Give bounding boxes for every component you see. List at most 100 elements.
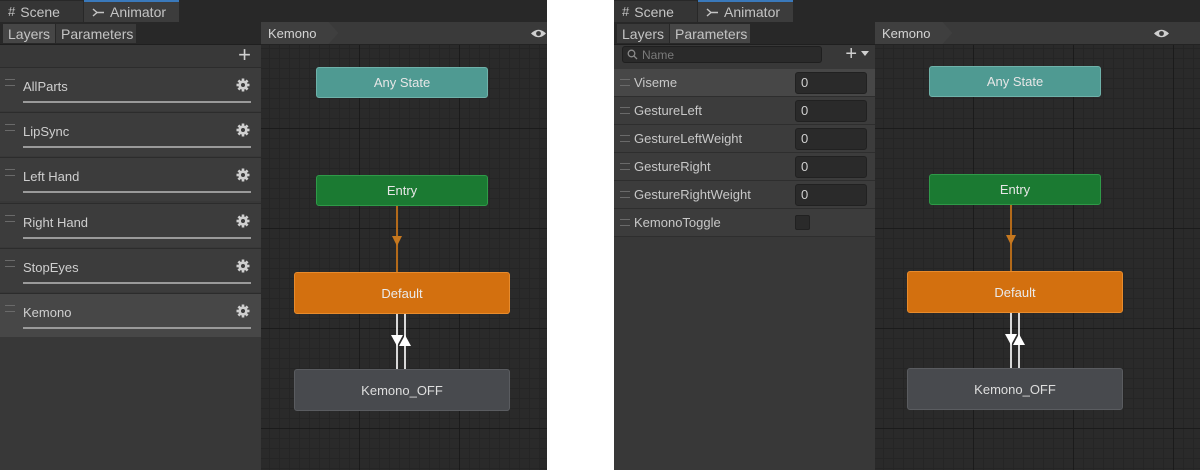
parameter-row[interactable]: KemonoToggle	[614, 209, 875, 237]
layer-weight-bar	[23, 146, 251, 149]
breadcrumb-bar: Kemono	[875, 22, 1200, 45]
add-layer-button[interactable]: +	[238, 44, 251, 66]
gear-icon[interactable]	[236, 168, 250, 182]
layer-weight-bar	[23, 191, 251, 194]
gear-icon[interactable]	[236, 123, 250, 137]
parameter-row[interactable]: Viseme 0	[614, 69, 875, 97]
layer-row[interactable]: LipSync	[0, 112, 261, 157]
state-entry[interactable]: Entry	[316, 175, 488, 206]
gear-icon[interactable]	[236, 259, 250, 273]
layers-panel: Layers Parameters + AllParts LipSync Left …	[0, 22, 261, 470]
layer-row[interactable]: Kemono	[0, 293, 261, 337]
tab-parameters[interactable]: Parameters	[56, 24, 136, 43]
parameter-row[interactable]: GestureLeft 0	[614, 97, 875, 125]
parameter-toggle-checkbox[interactable]	[795, 215, 810, 230]
drag-handle-icon[interactable]	[5, 124, 15, 132]
layer-name: AllParts	[23, 79, 68, 94]
parameter-row[interactable]: GestureRightWeight 0	[614, 181, 875, 209]
state-machine-graph[interactable]: Kemono Any State Entry Default Kemono_OF…	[875, 22, 1200, 470]
drag-handle-icon[interactable]	[620, 135, 630, 142]
state-any-state[interactable]: Any State	[316, 67, 488, 98]
drag-handle-icon[interactable]	[620, 79, 630, 86]
drag-handle-icon[interactable]	[620, 219, 630, 226]
transition-arrow-down-icon	[391, 335, 403, 346]
state-kemono-off[interactable]: Kemono_OFF	[294, 369, 510, 411]
transition-arrow-icon	[392, 236, 402, 246]
layer-row[interactable]: Left Hand	[0, 157, 261, 202]
state-default[interactable]: Default	[907, 271, 1123, 313]
state-entry[interactable]: Entry	[929, 174, 1101, 205]
tab-scene-label: Scene	[20, 3, 60, 20]
tab-animator[interactable]: Animator	[698, 0, 793, 22]
parameter-value-field[interactable]: 0	[795, 100, 867, 122]
transition-arrow-icon	[1006, 235, 1016, 245]
breadcrumb[interactable]: Kemono	[875, 22, 952, 44]
parameter-row[interactable]: GestureLeftWeight 0	[614, 125, 875, 153]
transition-arrow-down-icon	[1005, 334, 1017, 345]
chevron-down-icon[interactable]	[861, 51, 869, 56]
state-kemono-off[interactable]: Kemono_OFF	[907, 368, 1123, 410]
drag-handle-icon[interactable]	[5, 169, 15, 177]
parameter-row[interactable]: GestureRight 0	[614, 153, 875, 181]
parameter-name: GestureLeftWeight	[634, 131, 743, 146]
breadcrumb-bar: Kemono	[261, 22, 547, 45]
window-tab-strip: # Scene Animator	[0, 0, 547, 22]
parameter-value-field[interactable]: 0	[795, 72, 867, 94]
tab-scene[interactable]: # Scene	[614, 1, 697, 22]
window-tab-strip: # Scene Animator	[614, 0, 1200, 22]
tab-scene-label: Scene	[634, 3, 674, 20]
breadcrumb[interactable]: Kemono	[261, 22, 338, 44]
layer-row[interactable]: StopEyes	[0, 247, 261, 292]
animator-icon	[706, 7, 718, 17]
layer-name: Left Hand	[23, 169, 80, 185]
parameter-name: KemonoToggle	[634, 215, 721, 230]
tab-layers[interactable]: Layers	[617, 24, 669, 43]
gear-icon[interactable]	[236, 304, 250, 318]
gear-icon[interactable]	[236, 214, 250, 228]
animator-window-layers: # Scene Animator Layers Parameters + All…	[0, 0, 547, 470]
drag-handle-icon[interactable]	[620, 107, 630, 114]
state-default[interactable]: Default	[294, 272, 510, 314]
parameter-name: Viseme	[634, 75, 678, 90]
parameter-value-field[interactable]: 0	[795, 184, 867, 206]
layer-row[interactable]: Right Hand	[0, 202, 261, 247]
grid-icon: #	[622, 4, 630, 19]
layer-weight-bar	[23, 281, 251, 284]
drag-handle-icon[interactable]	[5, 79, 15, 86]
eye-icon[interactable]	[530, 28, 547, 39]
drag-handle-icon[interactable]	[620, 163, 630, 170]
animator-icon	[92, 7, 104, 17]
layer-name: StopEyes	[23, 259, 79, 275]
panel-tabs: Layers Parameters	[0, 22, 261, 45]
drag-handle-icon[interactable]	[5, 259, 15, 267]
drag-handle-icon[interactable]	[5, 214, 15, 222]
add-parameter-button[interactable]: +	[845, 44, 857, 64]
grid-icon: #	[8, 4, 16, 19]
parameter-name: GestureRight	[634, 159, 711, 174]
parameter-value-field[interactable]: 0	[795, 156, 867, 178]
parameter-search-input[interactable]: Name	[622, 46, 822, 63]
tab-layers[interactable]: Layers	[3, 24, 55, 43]
layer-weight-bar	[23, 327, 251, 329]
tab-scene[interactable]: # Scene	[0, 1, 83, 22]
drag-handle-icon[interactable]	[620, 191, 630, 198]
eye-icon[interactable]	[1153, 28, 1170, 39]
search-icon	[627, 49, 638, 60]
parameter-value-field[interactable]: 0	[795, 128, 867, 150]
layer-row[interactable]: AllParts	[0, 67, 261, 111]
tab-animator[interactable]: Animator	[84, 0, 179, 22]
tab-animator-label: Animator	[724, 4, 781, 20]
parameter-name: GestureRightWeight	[634, 187, 751, 202]
drag-handle-icon[interactable]	[5, 305, 15, 312]
tab-animator-label: Animator	[110, 4, 167, 20]
parameters-panel: Layers Parameters Name + Viseme 0 GestureL…	[614, 22, 875, 470]
gear-icon[interactable]	[236, 78, 250, 92]
search-placeholder: Name	[642, 48, 675, 62]
layer-name: LipSync	[23, 124, 70, 140]
state-machine-graph[interactable]: Kemono Any State Entry Default Kemono_OF…	[261, 22, 547, 470]
state-any-state[interactable]: Any State	[929, 66, 1101, 97]
transition-arrow-up-icon	[399, 335, 411, 346]
tab-parameters[interactable]: Parameters	[670, 24, 750, 43]
layer-name: Right Hand	[23, 214, 89, 230]
transition-arrow-up-icon	[1013, 334, 1025, 345]
